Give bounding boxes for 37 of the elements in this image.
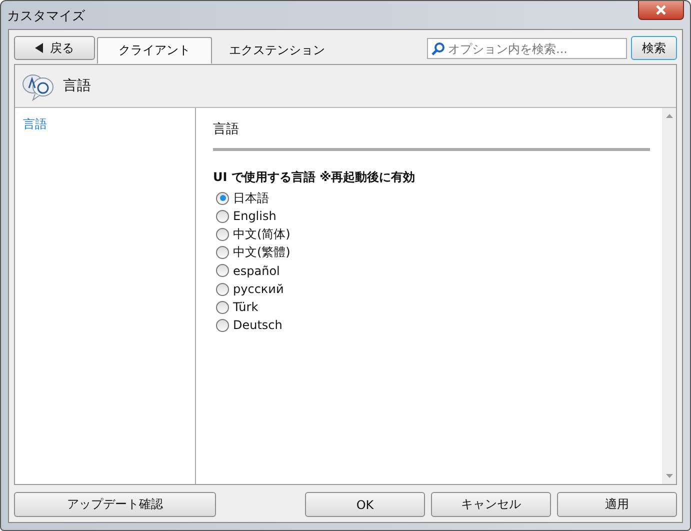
radio-button[interactable] xyxy=(216,246,229,260)
close-button[interactable] xyxy=(638,1,684,20)
back-button[interactable]: 戻る xyxy=(14,36,95,60)
radio-button[interactable] xyxy=(216,318,229,332)
window-title: カスタマイズ xyxy=(7,8,85,25)
tab[interactable]: クライアント xyxy=(97,37,212,64)
option-label: español xyxy=(233,264,280,278)
scroll-up-icon[interactable] xyxy=(666,114,672,118)
search-field[interactable]: オプション内を検索... xyxy=(427,38,627,59)
radio-button[interactable] xyxy=(216,210,229,223)
close-icon xyxy=(654,5,668,15)
search-icon xyxy=(431,42,445,56)
tab[interactable]: エクステンション xyxy=(214,37,340,64)
dialog-button[interactable]: OK xyxy=(305,492,425,517)
option-label: русский xyxy=(233,282,284,296)
sidebar-item[interactable]: 言語 xyxy=(23,116,195,133)
dialog-button[interactable]: キャンセル xyxy=(431,492,551,517)
option-label: Deutsch xyxy=(233,318,282,332)
dialog-button[interactable]: 適用 xyxy=(557,492,677,517)
section-title: 言語 xyxy=(213,121,240,138)
option-label: 中文(简体) xyxy=(233,226,290,243)
radio-button[interactable] xyxy=(216,192,229,205)
option-label: English xyxy=(233,209,276,224)
radio-button[interactable] xyxy=(216,228,229,241)
group-label: UI で使用する言語 ※再起動後に有効 xyxy=(213,169,416,186)
radio-button[interactable] xyxy=(216,264,229,278)
option-label: 中文(繁體) xyxy=(233,244,290,262)
radio-button[interactable] xyxy=(216,300,229,314)
scroll-down-icon[interactable] xyxy=(666,474,672,478)
update-button[interactable]: アップデート確認 xyxy=(14,492,216,517)
triangle-icon xyxy=(35,43,44,53)
page-heading: 言語 xyxy=(63,77,91,95)
option-label: Türk xyxy=(233,300,258,314)
scrollbar[interactable] xyxy=(662,108,676,484)
option-label: 日本語 xyxy=(233,190,269,207)
search-button[interactable]: 検索 xyxy=(631,36,677,60)
radio-button[interactable] xyxy=(216,282,229,296)
